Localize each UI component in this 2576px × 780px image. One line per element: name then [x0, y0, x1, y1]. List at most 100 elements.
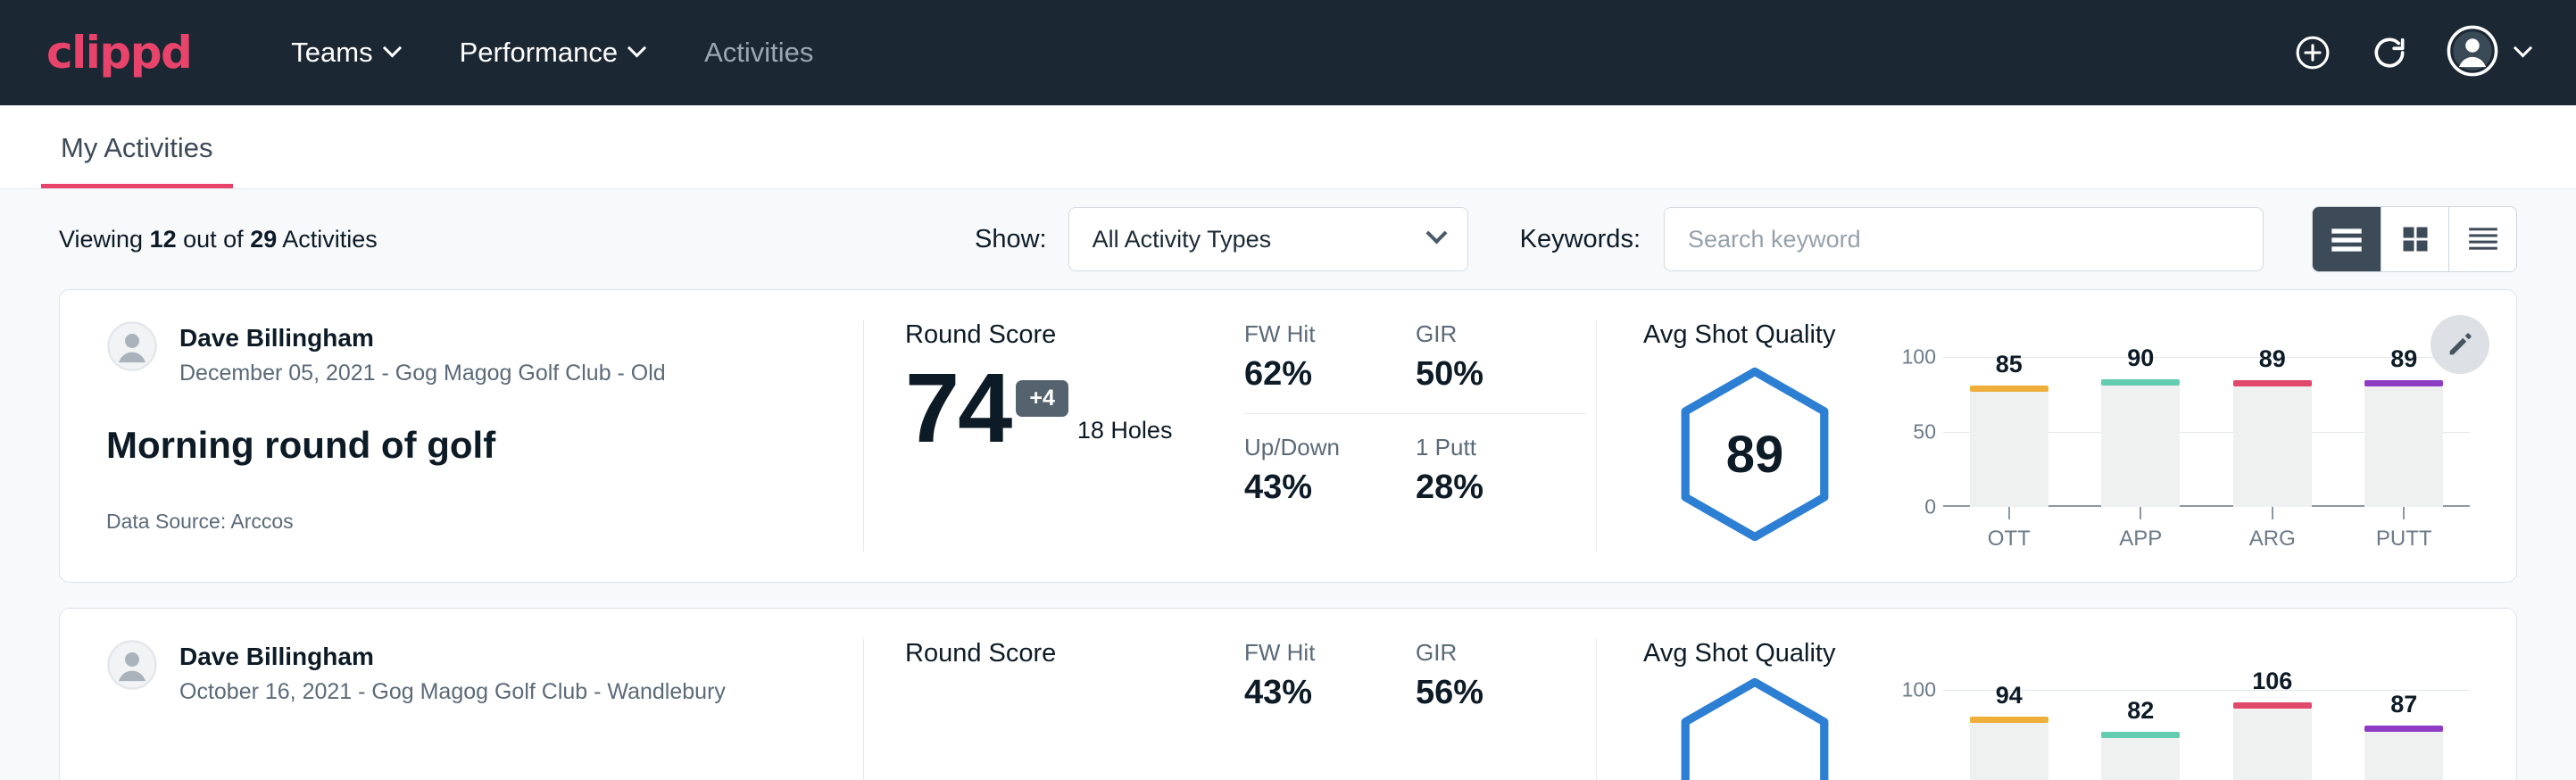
top-navigation-bar: clippd Teams Performance Activities	[0, 0, 2576, 105]
quality-hexagon-wrap	[1643, 676, 1866, 780]
x-tick	[2233, 507, 2312, 519]
chart-y-axis: 100	[1893, 690, 1943, 780]
user-avatar-menu[interactable]	[2447, 25, 2530, 81]
bar	[2364, 386, 2443, 507]
shot-quality-chart: 100 94	[1866, 690, 2470, 780]
nav-item-performance-label: Performance	[460, 37, 618, 69]
bar-column-app: 82	[2101, 690, 2180, 780]
chart-x-ticks	[1943, 507, 2470, 519]
search-input[interactable]	[1664, 207, 2264, 271]
player-name: Dave Billingham	[179, 324, 666, 353]
refresh-icon[interactable]	[2370, 33, 2409, 72]
chart-bars: 94 82	[1943, 690, 2470, 780]
edit-activity-button[interactable]	[2431, 315, 2489, 374]
bar-value-label: 106	[2233, 668, 2312, 695]
nav-item-activities[interactable]: Activities	[674, 37, 843, 69]
round-score-row: 74 +4 18 Holes	[905, 357, 1180, 461]
bar	[1970, 391, 2048, 507]
view-mode-compact-button[interactable]	[2448, 207, 2516, 271]
view-mode-list-button[interactable]	[2313, 207, 2381, 271]
viewing-count: 12	[150, 226, 177, 253]
bar-cap	[1970, 717, 2048, 723]
stats-column: FW Hit 43% GIR 56%	[1221, 639, 1596, 780]
plus-circle-icon[interactable]	[2293, 33, 2332, 72]
bar-cap	[2364, 380, 2443, 386]
y-tick-100: 100	[1902, 345, 1936, 369]
tab-strip: My Activities	[0, 105, 2576, 189]
stat-gir: GIR 50%	[1416, 320, 1587, 414]
bar-cap	[2101, 732, 2180, 738]
activity-meta: December 05, 2021 - Gog Magog Golf Club …	[179, 361, 666, 386]
view-mode-grid-button[interactable]	[2381, 207, 2448, 271]
bar-cap	[2101, 379, 2180, 386]
round-score-label: Round Score	[905, 639, 1180, 668]
nav-item-teams-label: Teams	[291, 37, 372, 69]
bar-column-app: 90	[2101, 357, 2180, 507]
stats-grid: FW Hit 62% GIR 50% Up/Down 43% 1 Putt 28…	[1244, 320, 1587, 507]
shot-quality-chart: 100 50 0 85	[1866, 357, 2470, 552]
nav-item-teams[interactable]: Teams	[261, 37, 428, 69]
bar-cap	[2364, 726, 2443, 732]
stat-label: GIR	[1416, 320, 1555, 348]
compact-view-icon	[2466, 224, 2500, 254]
activity-data-source: Data Source: Arccos	[106, 510, 817, 534]
bar-column-putt: 87	[2364, 690, 2443, 780]
stat-value: 43%	[1244, 674, 1384, 712]
x-tick	[1970, 507, 2048, 519]
stat-gir: GIR 56%	[1416, 639, 1587, 712]
bar-value-label: 82	[2101, 697, 2180, 725]
avg-shot-quality-body: 100 94	[1643, 676, 2470, 780]
bar-value-label: 94	[1970, 682, 2048, 709]
bar	[2101, 737, 2180, 780]
stat-label: FW Hit	[1244, 320, 1384, 348]
nav-item-performance[interactable]: Performance	[429, 37, 674, 69]
stat-value: 56%	[1416, 674, 1555, 712]
chevron-down-icon	[383, 38, 402, 57]
avatar	[106, 320, 158, 377]
quality-hexagon: 89	[1670, 365, 1840, 544]
x-label-putt: PUTT	[2364, 527, 2443, 552]
activity-card[interactable]: Dave Billingham December 05, 2021 - Gog …	[59, 289, 2517, 583]
x-tick	[2101, 507, 2180, 519]
view-mode-toggle	[2312, 206, 2517, 272]
chart-plot-area: 85 90	[1943, 357, 2470, 507]
viewing-prefix: Viewing	[59, 226, 150, 253]
avg-shot-quality-label: Avg Shot Quality	[1643, 320, 2470, 350]
filter-bar: Viewing 12 out of 29 Activities Show: Al…	[0, 189, 2576, 289]
activity-type-select-value: All Activity Types	[1093, 226, 1272, 253]
stat-fw-hit: FW Hit 62%	[1244, 320, 1416, 414]
tab-my-activities[interactable]: My Activities	[41, 132, 233, 188]
bar	[1970, 722, 2048, 780]
activity-card[interactable]: Dave Billingham October 16, 2021 - Gog M…	[59, 608, 2517, 780]
player-row: Dave Billingham October 16, 2021 - Gog M…	[106, 639, 817, 705]
bar-value-label: 85	[1970, 351, 2048, 378]
avg-shot-quality-body: 89 100 50 0	[1643, 357, 2470, 552]
bar-column-ott: 94	[1970, 690, 2048, 780]
bar-column-ott: 85	[1970, 357, 2048, 507]
app-logo[interactable]: clippd	[46, 27, 191, 79]
stats-column: FW Hit 62% GIR 50% Up/Down 43% 1 Putt 28…	[1221, 320, 1596, 552]
bar-column-putt: 89	[2364, 357, 2443, 507]
holes-played: 18 Holes	[1077, 417, 1173, 444]
x-label-ott: OTT	[1970, 527, 2048, 552]
activity-type-select[interactable]: All Activity Types	[1068, 207, 1468, 271]
chart-bars: 85 90	[1943, 357, 2470, 507]
nav-item-activities-label: Activities	[704, 37, 813, 69]
viewing-mid: out of	[177, 226, 251, 253]
player-text: Dave Billingham December 05, 2021 - Gog …	[179, 320, 666, 386]
round-score-column: Round Score	[864, 639, 1221, 780]
pencil-icon	[2445, 329, 2475, 360]
player-text: Dave Billingham October 16, 2021 - Gog M…	[179, 639, 726, 705]
bar-cap	[2233, 380, 2312, 386]
activity-meta: October 16, 2021 - Gog Magog Golf Club -…	[179, 679, 726, 705]
bar	[2364, 731, 2443, 780]
quality-hexagon-wrap: 89	[1643, 365, 1866, 544]
y-tick-50: 50	[1913, 420, 1936, 444]
y-tick-100: 100	[1902, 678, 1936, 702]
chevron-down-icon	[627, 38, 646, 57]
score-to-par-badge: +4	[1016, 380, 1068, 417]
x-tick	[2364, 507, 2443, 519]
chart-x-axis: OTT APP ARG PUTT	[1943, 527, 2470, 552]
chevron-down-icon	[1425, 222, 1447, 244]
quality-hexagon	[1670, 676, 1840, 780]
